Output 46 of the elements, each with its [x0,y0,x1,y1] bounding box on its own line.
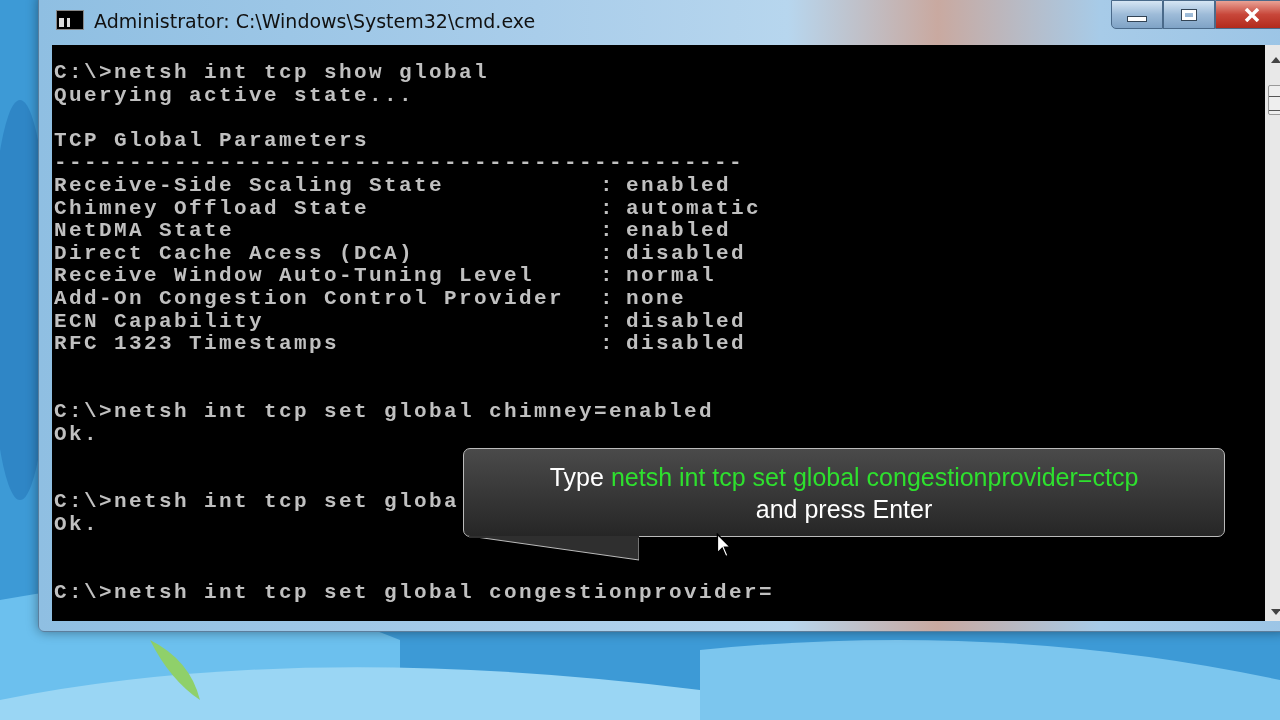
instruction-text: and press Enter [754,493,934,525]
parameter-name: Receive Window Auto-Tuning Level [54,265,536,288]
parameter-name: Direct Cache Acess (DCA) [54,242,416,266]
parameter-value: normal [626,265,716,288]
console-line: ---------------------------------------------- [54,152,745,175]
parameter-name: Add-On Congestion Control Provider [54,287,566,311]
console-line: Ok. [54,513,99,537]
console-line: C:\>netsh int tcp set global congestionprovider= [54,581,775,605]
separator: : [600,220,616,243]
console-line: Ok. [54,423,99,447]
minimize-button[interactable] [1111,0,1163,29]
parameter-name: Receive-Side Scaling State [54,174,446,198]
separator: : [600,287,616,311]
close-icon [1244,7,1260,22]
separator: : [600,265,616,288]
parameter-value: enabled [626,174,731,198]
separator: : [600,242,616,266]
close-button[interactable] [1215,0,1280,29]
console-line: C:\>netsh int tcp show global [54,62,490,85]
parameter-value: disabled [626,333,747,356]
console-line: C:\>netsh int tcp set globa [54,491,460,514]
parameter-value: disabled [626,242,747,266]
parameter-name: Chimney Offload State [54,197,371,221]
separator: : [600,333,616,356]
parameter-value: none [626,287,686,311]
minimize-icon [1127,15,1147,22]
parameter-name: NetDMA State [54,220,236,243]
scroll-thumb[interactable] [1267,85,1280,115]
console-icon [56,10,84,30]
window-title: Administrator: C:\Windows\System32\cmd.exe [94,10,536,32]
separator: : [600,310,616,334]
scroll-down-icon[interactable] [1271,609,1280,615]
maximize-button[interactable] [1163,0,1215,29]
instruction-text: Type netsh int tcp set global congestionprovider=ctcp [549,461,1139,493]
console-line: C:\>netsh int tcp set global chimney=enabled [54,400,715,424]
separator: : [600,174,616,198]
parameter-value: enabled [626,220,731,243]
separator: : [600,197,616,221]
console-line: TCP Global Parameters [54,129,370,153]
parameter-name: RFC 1323 Timestamps [54,333,341,356]
maximize-icon [1182,9,1196,20]
console-line: Querying active state... [54,84,415,108]
parameter-name: ECN Capability [54,310,266,334]
parameter-value: disabled [626,310,747,334]
scroll-up-icon[interactable] [1271,57,1280,63]
parameter-value: automatic [626,197,762,221]
